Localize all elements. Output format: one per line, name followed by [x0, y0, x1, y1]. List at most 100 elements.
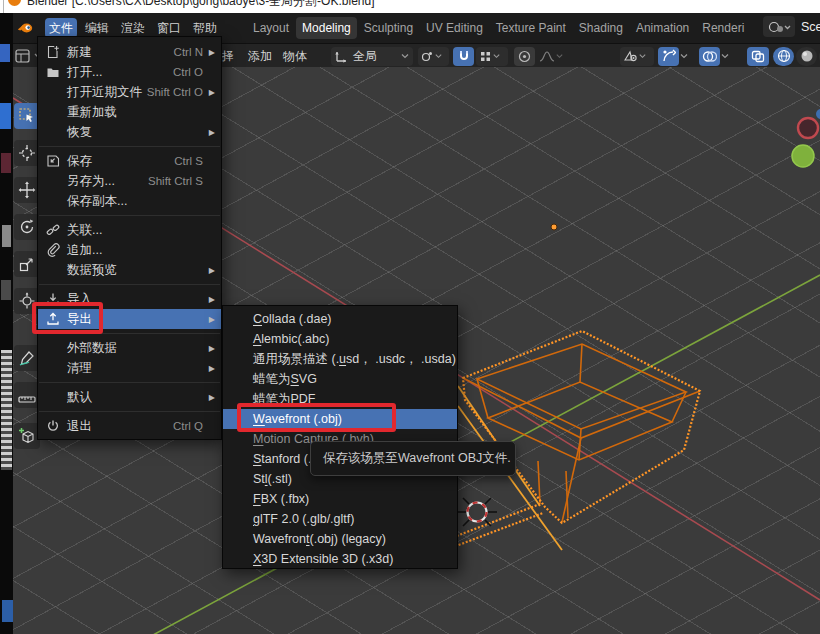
orientation-icon	[334, 49, 348, 63]
snap-target-dropdown[interactable]	[476, 46, 508, 66]
shading-wireframe-button[interactable]	[773, 46, 794, 66]
submenu-arrow-icon: ▶	[206, 266, 215, 275]
menubar-item-4[interactable]: 帮助	[189, 18, 221, 38]
gizmo-y-axis-ball[interactable]	[792, 145, 814, 167]
submenu-arrow-icon: ▶	[206, 344, 215, 353]
wireframe-icon	[777, 49, 791, 63]
blender-logo-icon	[17, 22, 33, 34]
workspace-tab-layout[interactable]: Layout	[247, 17, 295, 39]
submenu-arrow-icon: ▶	[206, 295, 215, 304]
workspace-tab-shading[interactable]: Shading	[573, 17, 629, 39]
file-menu-item-12[interactable]: 数据预览▶	[38, 260, 221, 280]
file-menu-dropdown: 新建Ctrl N▶打开...Ctrl O打开近期文件Shift Ctrl O▶重…	[37, 36, 222, 440]
menu-item-label: 新建	[67, 44, 174, 61]
file-menu-item-3[interactable]: 重新加载	[38, 102, 221, 122]
file-menu-item-11[interactable]: 追加...	[38, 240, 221, 260]
file-menu-item-17[interactable]: 外部数据▶	[38, 338, 221, 358]
3d-cursor	[457, 498, 497, 526]
gizmo-x-axis-ball[interactable]	[798, 118, 818, 138]
gizmos-toggle[interactable]	[658, 46, 689, 66]
titlebar-edge	[3, 0, 4, 13]
export-submenu-item-2[interactable]: 通用场景描述 (.usd， .usdc， .usda)	[223, 349, 457, 369]
menu-item-shortcut: Ctrl O	[173, 66, 203, 78]
select-menu[interactable]: 择	[220, 46, 236, 66]
file-menu-item-4[interactable]: 恢复▶	[38, 122, 221, 142]
snap-toggle-button[interactable]	[453, 46, 474, 66]
menu-item-label: 追加...	[67, 242, 206, 259]
gizmo-icon	[662, 49, 676, 63]
proportional-falloff-dropdown[interactable]	[537, 46, 566, 66]
file-menu-item-8[interactable]: 保存副本...	[38, 191, 221, 211]
file-menu-item-6[interactable]: 保存Ctrl S	[38, 151, 221, 171]
link-icon	[46, 223, 60, 237]
export-submenu-item-0[interactable]: Collada (.dae)	[223, 309, 457, 329]
workspace-tab-animation[interactable]: Animation	[630, 17, 695, 39]
snap-pivot-dropdown[interactable]	[418, 46, 449, 66]
folder-open-icon	[46, 65, 60, 79]
window-title: Blender [C:\Users\CX\Desktop\gong\baoye\…	[27, 0, 374, 10]
menubar-item-0[interactable]: 文件	[45, 18, 77, 38]
menu-item-label: 重新加载	[67, 104, 206, 121]
blender-logo-icon	[8, 0, 21, 6]
proportional-editing-button[interactable]	[514, 46, 535, 66]
export-submenu-item-10[interactable]: glTF 2.0 (.glb/.gltf)	[223, 509, 457, 529]
menubar-item-2[interactable]: 渲染	[117, 18, 149, 38]
file-menu-item-2[interactable]: 打开近期文件Shift Ctrl O▶	[38, 82, 221, 102]
menubar-item-1[interactable]: 编辑	[81, 18, 113, 38]
menubar-item-3[interactable]: 窗口	[153, 18, 185, 38]
export-submenu-item-9[interactable]: FBX (.fbx)	[223, 489, 457, 509]
file-new-icon	[46, 45, 60, 59]
overlays-toggle[interactable]	[699, 46, 730, 66]
menu-separator	[38, 378, 221, 387]
falloff-curve-icon	[539, 50, 555, 63]
submenu-arrow-icon: ▶	[206, 88, 215, 97]
scene-selector[interactable]: Sce	[763, 16, 820, 37]
save-icon	[46, 154, 60, 168]
submenu-arrow-icon: ▶	[206, 315, 215, 324]
file-menu-item-20[interactable]: 默认▶	[38, 387, 221, 407]
add-menu[interactable]: 添加	[246, 46, 274, 66]
menu-item-label: 另存为...	[67, 173, 148, 190]
export-submenu-item-12[interactable]: X3D Extensible 3D (.x3d)	[223, 549, 457, 569]
snap-with-icon	[479, 50, 492, 63]
menu-item-label: 打开近期文件	[67, 84, 147, 101]
shading-solid-button[interactable]	[796, 46, 817, 66]
export-submenu-item-1[interactable]: Alembic(.abc)	[223, 329, 457, 349]
menu-item-label: 关联...	[67, 222, 206, 239]
export-submenu-item-3[interactable]: 蜡笔为SVG	[223, 369, 457, 389]
submenu-arrow-icon: ▶	[206, 128, 215, 137]
visibility-icon	[623, 50, 638, 63]
menu-separator	[38, 407, 221, 416]
workspace-tab-uv-editing[interactable]: UV Editing	[420, 17, 489, 39]
menu-item-label: 保存副本...	[67, 193, 206, 210]
menu-item-label: 数据预览	[67, 262, 206, 279]
transform-orientation-dropdown[interactable]: 全局	[331, 46, 413, 66]
object-menu[interactable]: 物体	[281, 46, 309, 66]
wireframe-box-edges	[463, 344, 700, 522]
scene-name: Sce	[801, 20, 820, 34]
append-icon	[46, 243, 60, 257]
submenu-arrow-icon: ▶	[206, 48, 215, 57]
magnet-icon	[457, 49, 471, 63]
solid-sphere-icon	[800, 49, 814, 63]
workspace-tab-renderi[interactable]: Renderi	[696, 17, 750, 39]
workspace-tab-sculpting[interactable]: Sculpting	[358, 17, 419, 39]
object-origin-dot	[551, 224, 557, 230]
workspace-tab-modeling[interactable]: Modeling	[296, 17, 357, 39]
file-menu-item-18[interactable]: 清理▶	[38, 358, 221, 378]
menu-item-shortcut: Shift Ctrl O	[147, 86, 203, 98]
file-menu-item-0[interactable]: 新建Ctrl N▶	[38, 42, 221, 62]
navigation-gizmo[interactable]	[792, 109, 820, 167]
export-submenu-item-11[interactable]: Wavefront (.obj) (legacy)	[223, 529, 457, 549]
file-menu-item-1[interactable]: 打开...Ctrl O	[38, 62, 221, 82]
xray-toggle[interactable]	[747, 46, 769, 66]
file-menu-item-10[interactable]: 关联...	[38, 220, 221, 240]
workspace-tab-texture-paint[interactable]: Texture Paint	[490, 17, 572, 39]
menu-item-label: 打开...	[67, 64, 173, 81]
file-menu-item-7[interactable]: 另存为...Shift Ctrl S	[38, 171, 221, 191]
show-gizmo-dropdown[interactable]	[620, 46, 654, 66]
menu-item-shortcut: Ctrl S	[174, 155, 203, 167]
file-menu-item-22[interactable]: 退出Ctrl Q	[38, 416, 221, 436]
pivot-icon	[421, 50, 434, 63]
annotation-box-wavefront	[237, 403, 396, 432]
